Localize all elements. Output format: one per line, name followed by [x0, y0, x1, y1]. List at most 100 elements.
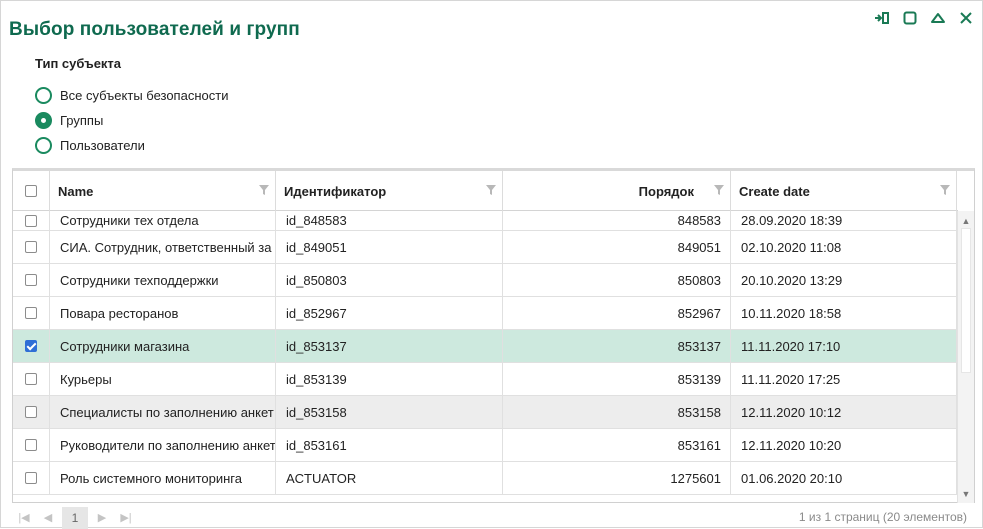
maximize-icon[interactable] — [900, 9, 920, 27]
cell-identifier: id_849051 — [276, 231, 503, 263]
cell-identifier: id_852967 — [276, 297, 503, 329]
row-checkbox[interactable] — [25, 406, 37, 418]
cell-create-date: 10.11.2020 18:58 — [731, 297, 957, 329]
scroll-thumb[interactable] — [961, 228, 971, 373]
column-header-name[interactable]: Name — [50, 171, 276, 211]
cell-identifier: ACTUATOR — [276, 462, 503, 494]
radio-all-subjects[interactable]: Все субъекты безопасности — [35, 83, 228, 108]
prev-page-icon[interactable]: ◀ — [36, 511, 60, 524]
column-header-order[interactable]: Порядок — [503, 171, 731, 211]
filter-icon[interactable] — [940, 185, 950, 195]
cell-name: СИА. Сотрудник, ответственный за АХО — [50, 231, 276, 263]
row-select-cell — [13, 462, 50, 494]
subject-type-radio-group: Все субъекты безопасности Группы Пользов… — [35, 83, 228, 158]
cell-order: 849051 — [503, 231, 731, 263]
cell-name: Специалисты по заполнению анкет — [50, 396, 276, 428]
row-select-cell — [13, 330, 50, 362]
row-checkbox[interactable] — [25, 274, 37, 286]
cell-name: Роль системного мониторинга — [50, 462, 276, 494]
cell-name: Руководители по заполнению анкет — [50, 429, 276, 461]
table-row[interactable]: Повара ресторанов id_852967 852967 10.11… — [13, 297, 958, 330]
cell-order: 853158 — [503, 396, 731, 428]
cell-create-date: 12.11.2020 10:20 — [731, 429, 957, 461]
table-row-hover[interactable]: Специалисты по заполнению анкет id_85315… — [13, 396, 958, 429]
filter-icon[interactable] — [714, 185, 724, 195]
table-row[interactable]: Роль системного мониторинга ACTUATOR 127… — [13, 462, 958, 495]
row-select-cell — [13, 396, 50, 428]
row-checkbox-checked[interactable] — [25, 340, 37, 352]
column-title: Create date — [739, 183, 810, 199]
table-row[interactable]: СИА. Сотрудник, ответственный за АХО id_… — [13, 231, 958, 264]
subject-type-label: Тип субъекта — [35, 56, 122, 71]
last-page-icon[interactable]: ▶| — [114, 511, 138, 524]
column-title: Name — [58, 183, 94, 199]
cell-identifier: id_850803 — [276, 264, 503, 296]
grid-body: Сотрудники тех отдела id_848583 848583 2… — [13, 211, 958, 503]
window-controls — [872, 9, 976, 27]
radio-button[interactable] — [35, 87, 52, 104]
table-row-selected[interactable]: Сотрудники магазина id_853137 853137 11.… — [13, 330, 958, 363]
row-select-cell — [13, 264, 50, 296]
cell-create-date: 12.11.2020 10:12 — [731, 396, 957, 428]
scroll-up-icon[interactable]: ▲ — [958, 213, 974, 228]
filter-icon[interactable] — [259, 185, 269, 195]
current-page-button[interactable]: 1 — [62, 506, 88, 529]
cell-identifier: id_853137 — [276, 330, 503, 362]
cell-name: Сотрудники тех отдела — [50, 211, 276, 230]
filter-icon[interactable] — [486, 185, 496, 195]
dialog-title: Выбор пользователей и групп — [9, 19, 300, 40]
table-row[interactable]: Сотрудники техподдержки id_850803 850803… — [13, 264, 958, 297]
table-row[interactable]: Сотрудники тех отдела id_848583 848583 2… — [13, 211, 958, 231]
row-select-cell — [13, 297, 50, 329]
cell-name: Сотрудники магазина — [50, 330, 276, 362]
cell-order: 1275601 — [503, 462, 731, 494]
cell-order: 853139 — [503, 363, 731, 395]
row-checkbox[interactable] — [25, 241, 37, 253]
cell-create-date: 11.11.2020 17:25 — [731, 363, 957, 395]
cell-identifier: id_853139 — [276, 363, 503, 395]
radio-button[interactable] — [35, 137, 52, 154]
first-page-icon[interactable]: |◀ — [12, 511, 36, 524]
scroll-down-icon[interactable]: ▼ — [958, 486, 974, 501]
row-select-cell — [13, 211, 50, 230]
column-header-identifier[interactable]: Идентификатор — [276, 171, 503, 211]
radio-groups[interactable]: Группы — [35, 108, 228, 133]
row-select-cell — [13, 429, 50, 461]
row-checkbox[interactable] — [25, 373, 37, 385]
dialog: Выбор пользователей и групп Тип субъекта… — [0, 0, 983, 529]
cell-order: 853161 — [503, 429, 731, 461]
column-title: Идентификатор — [284, 183, 387, 199]
radio-button-checked[interactable] — [35, 112, 52, 129]
cell-create-date: 11.11.2020 17:10 — [731, 330, 957, 362]
table-row[interactable]: Руководители по заполнению анкет id_8531… — [13, 429, 958, 462]
radio-label: Группы — [60, 113, 104, 128]
table-row[interactable]: Курьеры id_853139 853139 11.11.2020 17:2… — [13, 363, 958, 396]
pager-info: 1 из 1 страниц (20 элементов) — [798, 510, 967, 524]
column-header-create-date[interactable]: Create date — [731, 171, 957, 211]
row-select-cell — [13, 231, 50, 263]
row-checkbox[interactable] — [25, 214, 37, 227]
radio-label: Все субъекты безопасности — [60, 88, 229, 103]
cell-identifier: id_848583 — [276, 211, 503, 230]
radio-label: Пользователи — [60, 138, 145, 153]
next-page-icon[interactable]: ▶ — [90, 511, 114, 524]
row-checkbox[interactable] — [25, 307, 37, 319]
cell-create-date: 01.06.2020 20:10 — [731, 462, 957, 494]
cell-identifier: id_853161 — [276, 429, 503, 461]
grid-header: Name Идентификатор Порядок Create date — [13, 171, 958, 211]
collapse-icon[interactable] — [928, 9, 948, 27]
column-title: Порядок — [638, 183, 694, 199]
radio-users[interactable]: Пользователи — [35, 133, 228, 158]
close-icon[interactable] — [956, 9, 976, 27]
cell-order: 850803 — [503, 264, 731, 296]
cell-create-date: 20.10.2020 13:29 — [731, 264, 957, 296]
row-checkbox[interactable] — [25, 472, 37, 484]
cell-identifier: id_853158 — [276, 396, 503, 428]
cell-create-date: 02.10.2020 11:08 — [731, 231, 957, 263]
select-all-cell — [13, 171, 50, 211]
vertical-scrollbar[interactable]: ▲ ▼ — [957, 211, 974, 503]
cell-name: Сотрудники техподдержки — [50, 264, 276, 296]
select-all-checkbox[interactable] — [25, 185, 37, 197]
pin-icon[interactable] — [872, 9, 892, 27]
row-checkbox[interactable] — [25, 439, 37, 451]
